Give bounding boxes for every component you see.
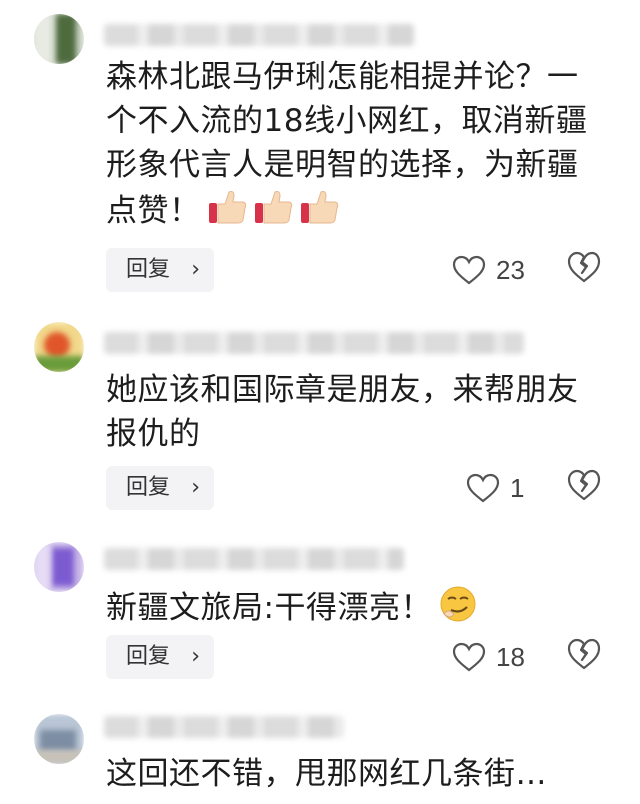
dislike-button[interactable] — [566, 637, 606, 677]
username[interactable] — [104, 24, 414, 46]
broken-heart-icon — [567, 469, 601, 501]
username[interactable] — [104, 332, 524, 354]
comment-text: 这回还不错，甩那网红几条街… — [106, 756, 547, 792]
comment-text: 她应该和国际章是朋友，来帮朋友 报仇的 — [106, 372, 579, 452]
comment-item: 森林北跟马伊琍怎能相提并论？一 个不入流的18线小网红，取消新疆 形象代言人是明… — [0, 0, 640, 300]
thumbs-up-emoji — [207, 187, 347, 239]
heart-icon — [466, 473, 500, 503]
username[interactable] — [104, 716, 344, 738]
dislike-button[interactable] — [566, 250, 606, 290]
chevron-right-icon: › — [191, 257, 200, 282]
like-count: 18 — [496, 641, 525, 672]
reply-button[interactable]: 回复 › — [106, 248, 214, 292]
broken-heart-icon — [567, 251, 601, 283]
dislike-button[interactable] — [566, 468, 606, 508]
heart-icon — [452, 642, 486, 672]
chevron-right-icon: › — [191, 644, 200, 669]
comment-text: 森林北跟马伊琍怎能相提并论？一 个不入流的18线小网红，取消新疆 形象代言人是明… — [106, 55, 606, 239]
heart-icon — [452, 255, 486, 285]
avatar[interactable] — [34, 542, 84, 592]
username[interactable] — [104, 548, 404, 570]
broken-heart-icon — [567, 638, 601, 670]
chevron-right-icon: › — [191, 475, 200, 500]
like-button[interactable]: 1 — [466, 466, 524, 510]
like-button[interactable]: 23 — [452, 248, 525, 292]
comment-item: 她应该和国际章是朋友，来帮朋友 报仇的 回复 › 1 — [0, 300, 640, 520]
comment-item: 这回还不错，甩那网红几条街… — [0, 700, 640, 804]
reply-button[interactable]: 回复 › — [106, 466, 214, 510]
avatar[interactable] — [34, 322, 84, 372]
like-count: 23 — [496, 254, 525, 285]
avatar[interactable] — [34, 714, 84, 764]
comment-text: 新疆文旅局:干得漂亮！ — [106, 584, 606, 636]
like-button[interactable]: 18 — [452, 635, 525, 679]
avatar[interactable] — [34, 14, 84, 64]
comment-item: 新疆文旅局:干得漂亮！ 回复 › 18 — [0, 520, 640, 700]
reply-button[interactable]: 回复 › — [106, 635, 214, 679]
like-count: 1 — [510, 472, 525, 503]
smirk-face-emoji — [438, 584, 478, 636]
